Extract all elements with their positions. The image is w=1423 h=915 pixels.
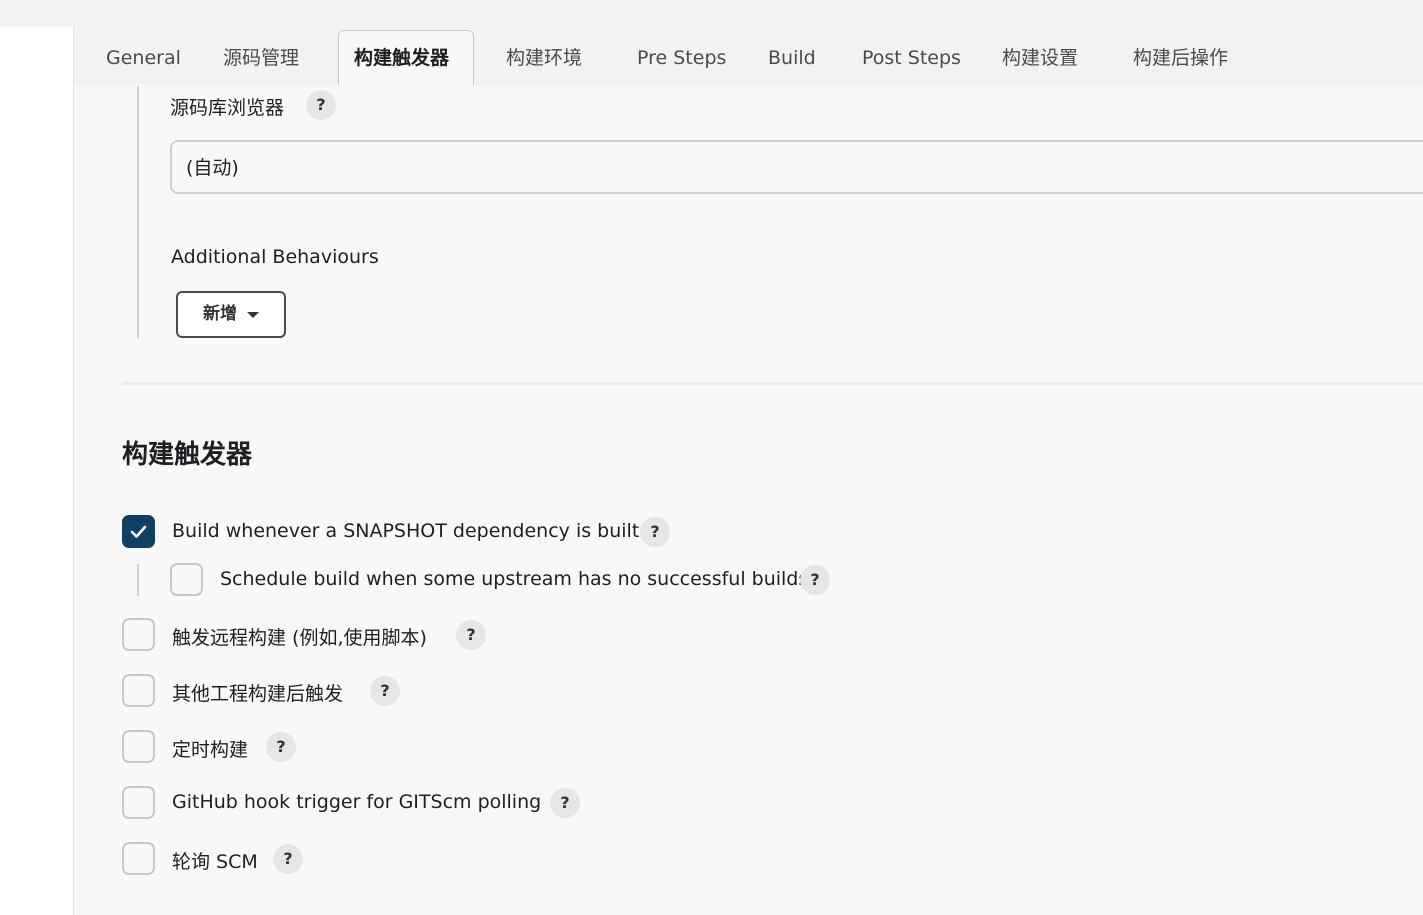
schedule-upstream-help-icon[interactable]: ? xyxy=(800,565,830,595)
tab-pre-steps[interactable]: Pre Steps xyxy=(637,31,726,85)
repo-browser-help-icon[interactable]: ? xyxy=(306,90,336,120)
add-behaviour-button[interactable]: 新增 xyxy=(176,291,286,338)
tab-build-triggers[interactable]: 构建触发器 xyxy=(338,30,474,85)
caret-down-icon xyxy=(247,312,259,318)
add-behaviour-button-label: 新增 xyxy=(203,304,237,324)
build-triggers-title: 构建触发器 xyxy=(122,440,253,470)
scm-nested-indent-line xyxy=(137,86,139,338)
tab-post-steps[interactable]: Post Steps xyxy=(862,31,961,85)
after-other-projects-help-icon[interactable]: ? xyxy=(370,676,400,706)
additional-behaviours-label: Additional Behaviours xyxy=(171,246,379,268)
after-other-projects-checkbox[interactable] xyxy=(122,674,155,707)
left-side-panel xyxy=(0,27,74,915)
remote-trigger-label: 触发远程构建 (例如,使用脚本) xyxy=(172,627,427,649)
github-hook-trigger-label: GitHub hook trigger for GITScm polling xyxy=(172,791,542,813)
after-other-projects-label: 其他工程构建后触发 xyxy=(172,683,344,705)
github-hook-help-icon[interactable]: ? xyxy=(550,788,580,818)
github-hook-trigger-checkbox[interactable] xyxy=(122,786,155,819)
snapshot-dependency-help-icon[interactable]: ? xyxy=(640,517,670,547)
top-strip xyxy=(0,0,1423,27)
periodic-build-label: 定时构建 xyxy=(172,739,249,761)
section-divider xyxy=(122,382,1423,385)
tab-build-environment[interactable]: 构建环境 xyxy=(506,31,582,85)
tab-source-code-management[interactable]: 源码管理 xyxy=(223,31,299,85)
remote-trigger-checkbox[interactable] xyxy=(122,618,155,651)
tab-build-settings[interactable]: 构建设置 xyxy=(1002,31,1078,85)
schedule-upstream-no-success-checkbox[interactable] xyxy=(170,563,203,596)
schedule-upstream-no-success-label: Schedule build when some upstream has no… xyxy=(220,568,809,590)
snapshot-dependency-label: Build whenever a SNAPSHOT dependency is … xyxy=(172,520,640,542)
remote-trigger-help-icon[interactable]: ? xyxy=(456,620,486,650)
poll-scm-help-icon[interactable]: ? xyxy=(273,844,303,874)
periodic-build-checkbox[interactable] xyxy=(122,730,155,763)
tab-general[interactable]: General xyxy=(106,31,181,85)
checkmark-icon xyxy=(130,525,147,538)
tab-build[interactable]: Build xyxy=(768,31,816,85)
poll-scm-label: 轮询 SCM xyxy=(172,851,258,873)
snapshot-nested-indent-line xyxy=(137,564,139,596)
config-tab-bar: General 源码管理 构建触发器 构建环境 Pre Steps Build … xyxy=(74,27,1423,85)
repo-browser-label: 源码库浏览器 xyxy=(170,97,285,119)
repo-browser-select[interactable]: (自动) xyxy=(170,140,1423,194)
snapshot-dependency-checkbox[interactable] xyxy=(122,515,155,548)
repo-browser-selected-value: (自动) xyxy=(186,157,239,179)
tab-post-build-actions[interactable]: 构建后操作 xyxy=(1133,31,1228,85)
periodic-build-help-icon[interactable]: ? xyxy=(266,732,296,762)
poll-scm-checkbox[interactable] xyxy=(122,842,155,875)
